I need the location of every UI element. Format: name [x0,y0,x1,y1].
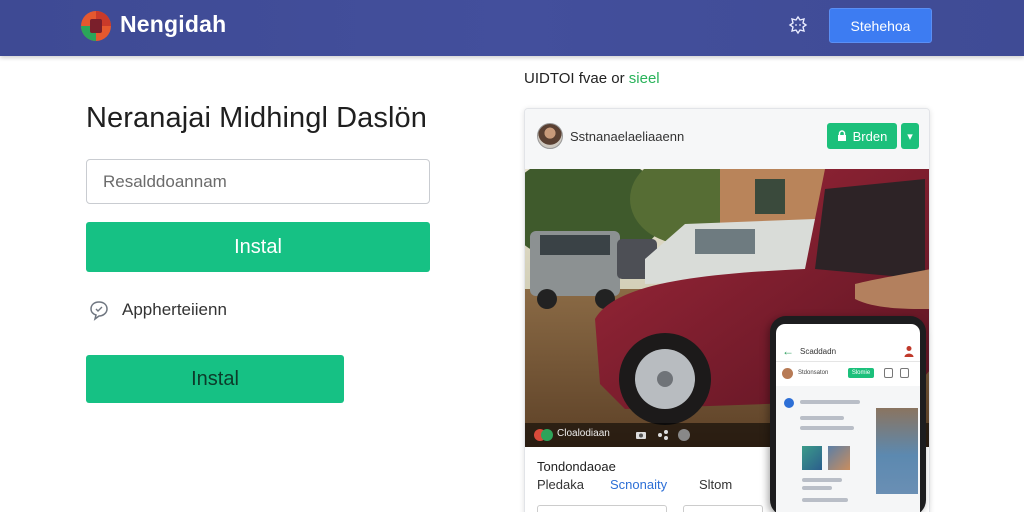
camera-icon[interactable] [635,429,647,441]
preview-heading-main: UIDTOI fvae or [524,70,629,87]
tab-store[interactable]: Sltom [699,477,732,492]
preview-heading: UIDTOI fvae or sieel [524,70,660,87]
install-button[interactable]: Instal [86,222,430,272]
phone-action-button[interactable]: Slomie [848,368,874,378]
phone-mockup: ← Scaddadn Stdonsaton Slomie [770,316,926,512]
lock-icon [837,130,846,141]
user-icon[interactable] [904,345,914,357]
order-button[interactable]: Brden [827,123,897,149]
phone-profile-name: Stdonsaton [798,370,829,376]
help-chat-icon[interactable] [788,15,808,35]
back-arrow-icon[interactable]: ← [782,344,794,358]
brand-name[interactable]: Nengidah [120,11,226,38]
page-title: Neranajai Midhingl Daslön [86,102,428,134]
more-icon[interactable] [677,428,691,442]
card-header: Sstnanaelaeliaaenn Brden ▾ [525,109,929,169]
phone-side-image[interactable] [876,408,918,494]
phone-avatar[interactable] [782,368,793,379]
phone-feed-line [802,498,848,502]
phone-feed-dot [784,398,794,408]
phone-title: Scaddadn [800,347,837,356]
phone-feed-line [800,426,854,430]
app-description-label: Appherteiienn [122,300,227,319]
avatar[interactable] [537,123,563,149]
search-input[interactable]: Resalddoannam [86,159,430,204]
brand-logo-icon[interactable] [80,8,112,42]
phone-app-bar: ← Scaddadn [776,342,920,362]
input-field-a[interactable] [537,505,667,512]
phone-profile-row: Stdonsaton Slomie [776,364,920,384]
phone-feed-line [800,400,860,404]
tab-community[interactable]: Scnonaity [610,477,667,492]
top-navbar: Nengidah Stehehoa [0,0,1024,56]
preview-heading-accent: sieel [628,70,660,87]
order-button-label: Brden [852,128,888,144]
tab-details[interactable]: Pledaka [537,477,584,492]
phone-feed [776,386,920,512]
phone-screen: ← Scaddadn Stdonsaton Slomie [776,324,920,512]
signin-button[interactable]: Stehehoa [829,8,932,43]
install-secondary-button[interactable]: Instal [86,355,344,403]
phone-feed-line [800,416,844,420]
chevron-down-icon[interactable]: ▾ [901,123,919,149]
phone-feed-line [802,486,832,490]
phone-thumbnail[interactable] [828,446,850,470]
photo-caption-label: Cloalodiaan [557,428,610,439]
phone-feed-line [802,478,842,482]
phone-menu-icon[interactable] [900,368,909,378]
page: Nengidah Stehehoa Neranajai Midhingl Das… [0,0,1024,512]
phone-info-icon[interactable] [884,368,893,378]
share-icon[interactable] [657,429,669,441]
input-field-b[interactable] [683,505,763,512]
card-author-name: Sstnanaelaeliaaenn [570,129,685,144]
chat-bubble-icon [90,301,108,321]
reaction-icon[interactable] [533,427,553,443]
phone-thumbnail[interactable] [802,446,822,470]
post-info-title: Tondondaoae [537,459,616,474]
